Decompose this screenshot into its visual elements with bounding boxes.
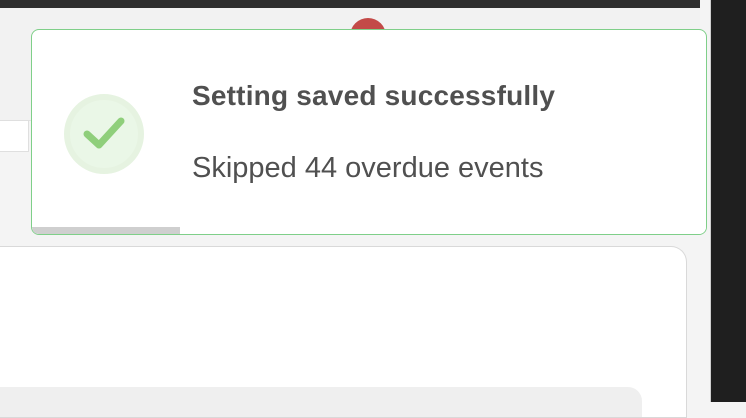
toast-message: Skipped 44 overdue events bbox=[192, 152, 544, 184]
content-row[interactable] bbox=[0, 387, 642, 417]
input-field-partial[interactable] bbox=[0, 120, 29, 152]
toast-notification: Setting saved successfully Skipped 44 ov… bbox=[31, 29, 707, 235]
check-icon bbox=[83, 117, 125, 149]
toast-title: Setting saved successfully bbox=[192, 80, 556, 111]
toast-progress-bar bbox=[32, 227, 181, 234]
check-circle-icon bbox=[64, 94, 144, 174]
toast-progress-track bbox=[32, 227, 706, 234]
main-content-card bbox=[0, 246, 687, 418]
top-strip bbox=[0, 0, 746, 8]
